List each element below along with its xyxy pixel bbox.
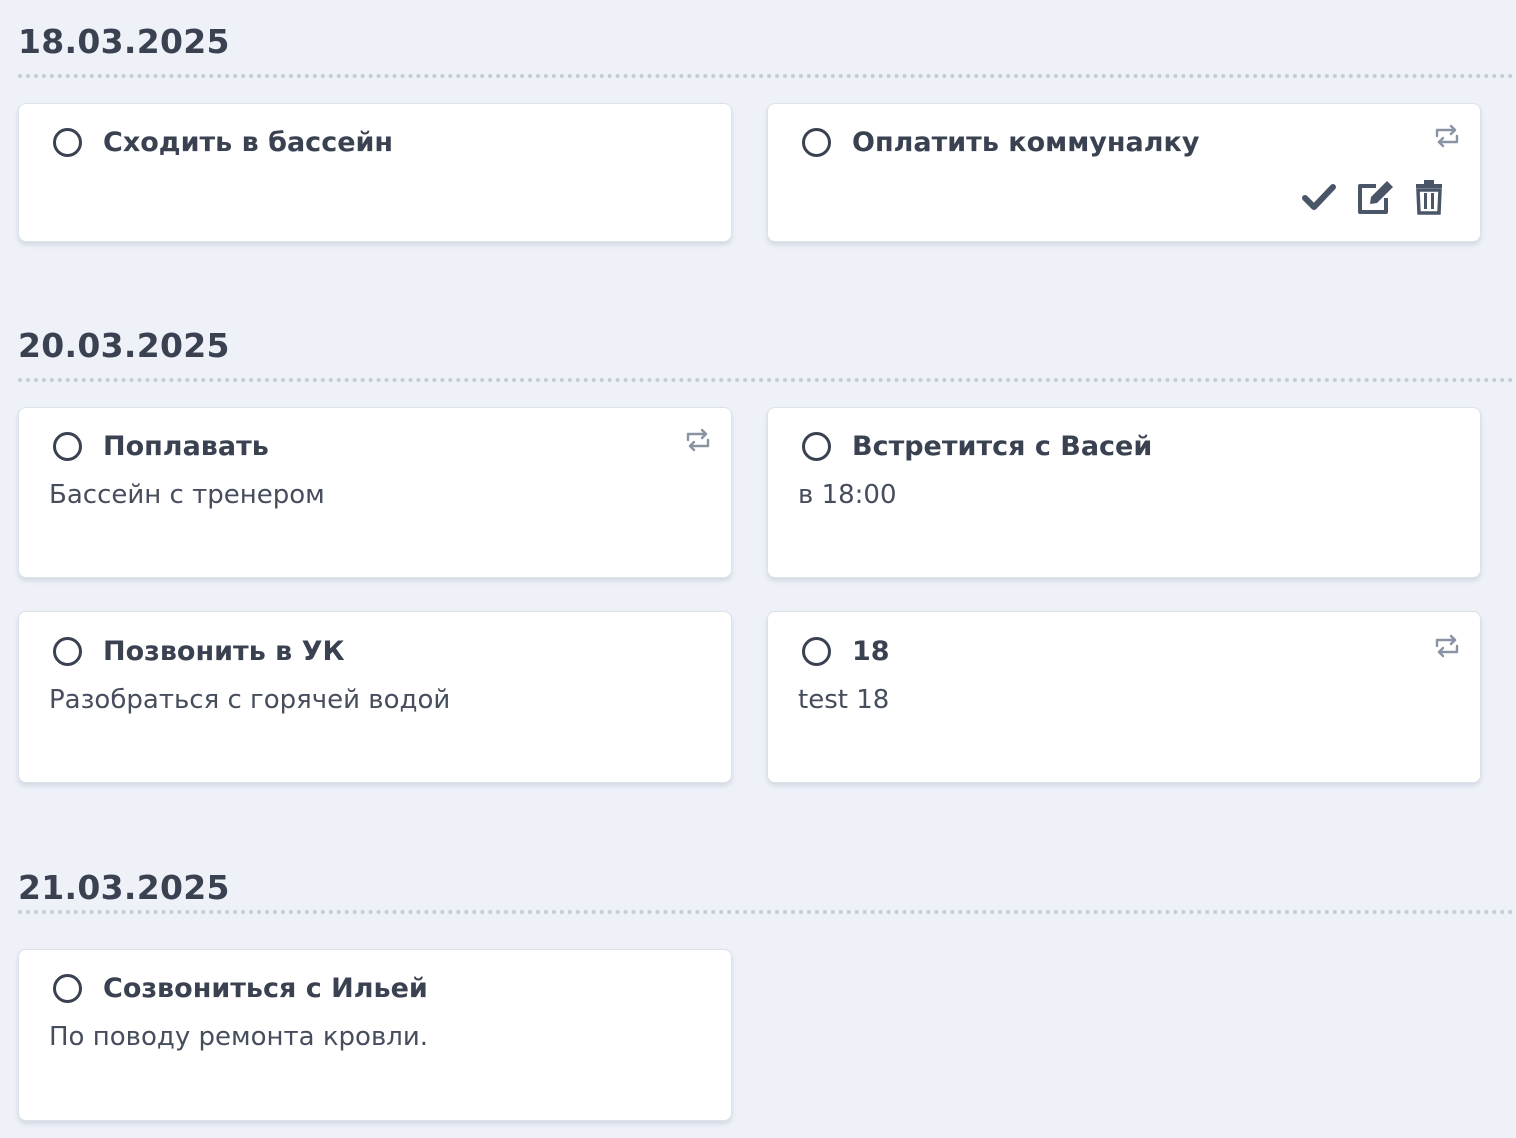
dotted-divider — [18, 910, 1514, 914]
circle-outline-icon[interactable] — [802, 127, 831, 157]
task-description: Бассейн с тренером — [49, 480, 325, 510]
task-title: Поплавать — [103, 430, 269, 462]
task-card[interactable]: 18 test 18 — [767, 611, 1481, 783]
date-group-header: 20.03.2025 — [18, 312, 1514, 382]
date-heading: 20.03.2025 — [18, 326, 230, 365]
task-description: По поводу ремонта кровли. — [49, 1022, 429, 1052]
task-title-row: Поплавать — [53, 428, 269, 464]
circle-outline-icon[interactable] — [53, 636, 82, 666]
repeat-icon — [686, 428, 710, 452]
task-title: Позвонить в УК — [103, 635, 345, 667]
task-card[interactable]: Поплавать Бассейн с тренером — [18, 407, 732, 578]
task-card[interactable]: Оплатить коммуналку — [767, 103, 1481, 242]
task-title-row: 18 — [802, 633, 890, 669]
task-description: test 18 — [798, 685, 890, 715]
task-card[interactable]: Встретится с Васей в 18:00 — [767, 407, 1481, 578]
dotted-divider — [18, 378, 1514, 382]
dotted-divider — [18, 74, 1514, 78]
task-title-row: Оплатить коммуналку — [802, 124, 1199, 160]
task-title: Сходить в бассейн — [103, 126, 394, 158]
task-description: Разобраться с горячей водой — [49, 685, 451, 715]
circle-outline-icon[interactable] — [802, 431, 831, 461]
date-group: 21.03.2025 — [18, 854, 1514, 914]
edit-icon — [1358, 181, 1393, 214]
task-description: в 18:00 — [798, 480, 897, 510]
task-title-row: Созвониться с Ильей — [53, 970, 428, 1006]
date-group-header: 21.03.2025 — [18, 854, 1514, 914]
delete-button[interactable] — [1414, 179, 1444, 215]
task-title-row: Сходить в бассейн — [53, 124, 393, 160]
task-title: Встретится с Васей — [852, 430, 1153, 462]
task-card[interactable]: Созвониться с Ильей По поводу ремонта кр… — [18, 949, 732, 1121]
repeat-icon — [1435, 124, 1459, 148]
circle-outline-icon[interactable] — [53, 973, 82, 1003]
date-group: 18.03.2025 — [18, 8, 1514, 78]
check-icon — [1302, 184, 1336, 210]
repeat-icon — [1435, 634, 1459, 658]
task-title: 18 — [852, 635, 890, 667]
task-title-row: Встретится с Васей — [802, 428, 1152, 464]
edit-button[interactable] — [1354, 178, 1396, 216]
date-group: 20.03.2025 — [18, 312, 1514, 382]
circle-outline-icon[interactable] — [53, 127, 82, 157]
circle-outline-icon[interactable] — [802, 636, 831, 666]
circle-outline-icon[interactable] — [53, 431, 82, 461]
trash-icon — [1416, 180, 1442, 215]
task-card[interactable]: Позвонить в УК Разобраться с горячей вод… — [18, 611, 732, 783]
task-title: Созвониться с Ильей — [103, 972, 428, 1004]
date-group-header: 18.03.2025 — [18, 8, 1514, 78]
task-title: Оплатить коммуналку — [852, 126, 1200, 158]
task-actions — [1284, 178, 1444, 216]
task-title-row: Позвонить в УК — [53, 633, 345, 669]
date-heading: 18.03.2025 — [18, 22, 230, 61]
date-heading: 21.03.2025 — [18, 868, 230, 907]
complete-button[interactable] — [1302, 182, 1336, 212]
task-card[interactable]: Сходить в бассейн — [18, 103, 732, 242]
